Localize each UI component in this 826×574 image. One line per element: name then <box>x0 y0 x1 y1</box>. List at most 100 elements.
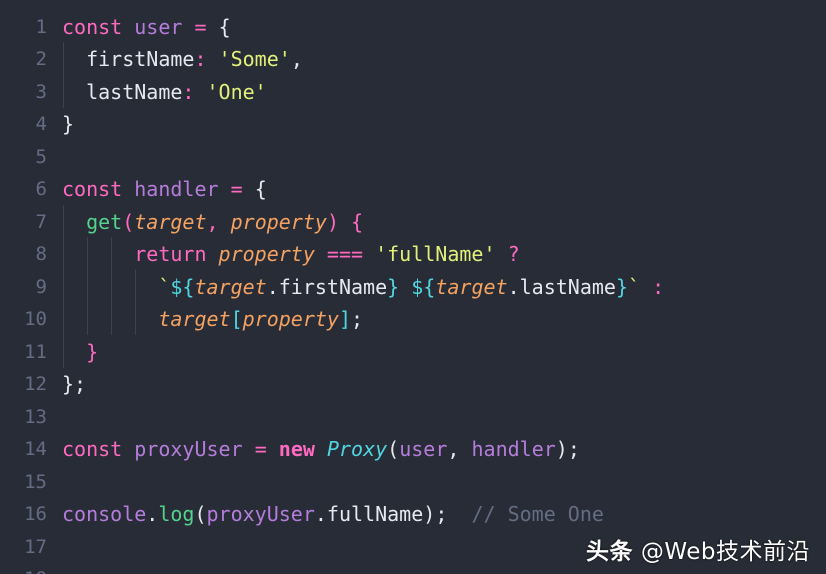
code-line-6[interactable]: 6 const handler = { <box>0 173 826 206</box>
token-console: console <box>62 502 147 526</box>
line-content-7[interactable]: get(target, property) { <box>62 204 826 239</box>
token-get: get <box>86 209 123 234</box>
line-content-5[interactable] <box>62 141 826 174</box>
token-template-close: } <box>387 274 400 299</box>
line-content-11[interactable]: } <box>62 334 826 369</box>
token-target: target <box>158 307 231 331</box>
line-number-1: 1 <box>35 15 47 38</box>
token-property: property <box>230 209 327 234</box>
code-lines-container: 1 const user = { 2 firstName: 'Some', 3 … <box>0 0 826 574</box>
code-line-5[interactable]: 5 <box>0 141 826 174</box>
token-log: log <box>158 502 195 526</box>
token-const: const <box>62 14 123 39</box>
token-open-bracket: [ <box>230 307 243 331</box>
code-line-11[interactable]: 11 } <box>0 334 826 369</box>
code-line-15[interactable]: 15 <box>0 466 826 499</box>
token-target: target <box>134 209 207 234</box>
line-content-6[interactable]: const handler = { <box>62 173 826 206</box>
code-line-4[interactable]: 4 } <box>0 108 826 141</box>
token-colon: : <box>194 47 207 71</box>
line-content-3[interactable]: lastName: 'One' <box>62 74 826 109</box>
line-content-9[interactable]: `${target.firstName} ${target.lastName}`… <box>62 269 826 304</box>
code-line-13[interactable]: 13 <box>0 401 826 434</box>
indent-guide <box>111 302 112 335</box>
token-property: property <box>242 307 339 331</box>
line-number-9: 9 <box>35 275 47 298</box>
token-comma: , <box>290 47 303 71</box>
token-close-paren: ) <box>555 437 568 461</box>
indent-guide <box>87 302 88 335</box>
line-number-5: 5 <box>35 145 47 168</box>
token-const: const <box>62 437 123 461</box>
token-colon: : <box>652 274 665 299</box>
line-number-11: 11 <box>24 340 47 363</box>
token-fullname-string: 'fullName' <box>375 242 496 266</box>
indent-guide <box>87 269 88 303</box>
code-line-8[interactable]: 8 return property === 'fullName' ? <box>0 237 826 271</box>
line-content-2[interactable]: firstName: 'Some', <box>62 42 826 76</box>
token-new: new <box>278 437 315 461</box>
token-target: target <box>194 274 267 299</box>
token-strict-equals: === <box>326 242 364 266</box>
token-semicolon: ; <box>351 307 364 331</box>
token-close-brace: } <box>86 339 99 364</box>
code-line-10[interactable]: 10 target[property]; <box>0 302 826 336</box>
line-content-16[interactable]: console.log(proxyUser.fullName); // Some… <box>62 498 826 531</box>
line-content-14[interactable]: const proxyUser = new Proxy(user, handle… <box>62 433 826 466</box>
line-content-1[interactable]: const user = { <box>62 11 826 44</box>
token-open-paren: ( <box>387 437 400 461</box>
code-line-9[interactable]: 9 `${target.firstName} ${target.lastName… <box>0 269 826 304</box>
token-user: user <box>399 437 448 461</box>
indent-guide <box>135 302 136 335</box>
indent-guide <box>87 237 88 270</box>
token-proxyuser: proxyUser <box>206 502 315 526</box>
line-number-6: 6 <box>35 178 47 200</box>
line-content-10[interactable]: target[property]; <box>62 302 826 336</box>
token-open-brace: { <box>218 14 231 39</box>
token-property: property <box>218 242 315 266</box>
token-backtick-open: ` <box>158 274 171 299</box>
code-line-2[interactable]: 2 firstName: 'Some', <box>0 42 826 76</box>
watermark-handle: @Web技术前沿 <box>640 539 810 565</box>
token-lastName-key: lastName <box>86 79 183 104</box>
token-backtick-close: ` <box>628 274 641 299</box>
indent-guide <box>111 237 112 270</box>
indent-guide <box>63 302 64 335</box>
code-line-1[interactable]: 1 const user = { <box>0 11 826 44</box>
token-semicolon: ; <box>567 437 580 461</box>
line-content-12[interactable]: }; <box>62 368 826 401</box>
line-number-16: 16 <box>24 503 47 525</box>
line-content-15[interactable] <box>62 466 826 499</box>
line-content-4[interactable]: } <box>62 108 826 141</box>
code-line-16[interactable]: 16 console.log(proxyUser.fullName); // S… <box>0 498 826 531</box>
token-colon: : <box>182 79 195 104</box>
line-number-12: 12 <box>24 373 47 395</box>
token-firstName-key: firstName <box>86 47 195 71</box>
code-line-14[interactable]: 14 const proxyUser = new Proxy(user, han… <box>0 433 826 466</box>
indent-guide <box>63 74 64 108</box>
token-open-paren: ( <box>194 502 207 526</box>
line-content-8[interactable]: return property === 'fullName' ? <box>62 237 826 271</box>
token-close-paren: ) <box>326 209 339 234</box>
code-line-partial-top <box>0 0 826 11</box>
line-content-13[interactable] <box>62 401 826 434</box>
token-one-string: 'One' <box>206 79 267 104</box>
token-open-brace: { <box>351 209 364 234</box>
code-line-3[interactable]: 3 lastName: 'One' <box>0 74 826 109</box>
code-line-7[interactable]: 7 get(target, property) { <box>0 204 826 239</box>
code-line-12[interactable]: 12 }; <box>0 368 826 401</box>
indent-guide <box>111 269 112 303</box>
token-equals: = <box>194 14 207 39</box>
code-editor[interactable]: 1 const user = { 2 firstName: 'Some', 3 … <box>0 0 826 574</box>
